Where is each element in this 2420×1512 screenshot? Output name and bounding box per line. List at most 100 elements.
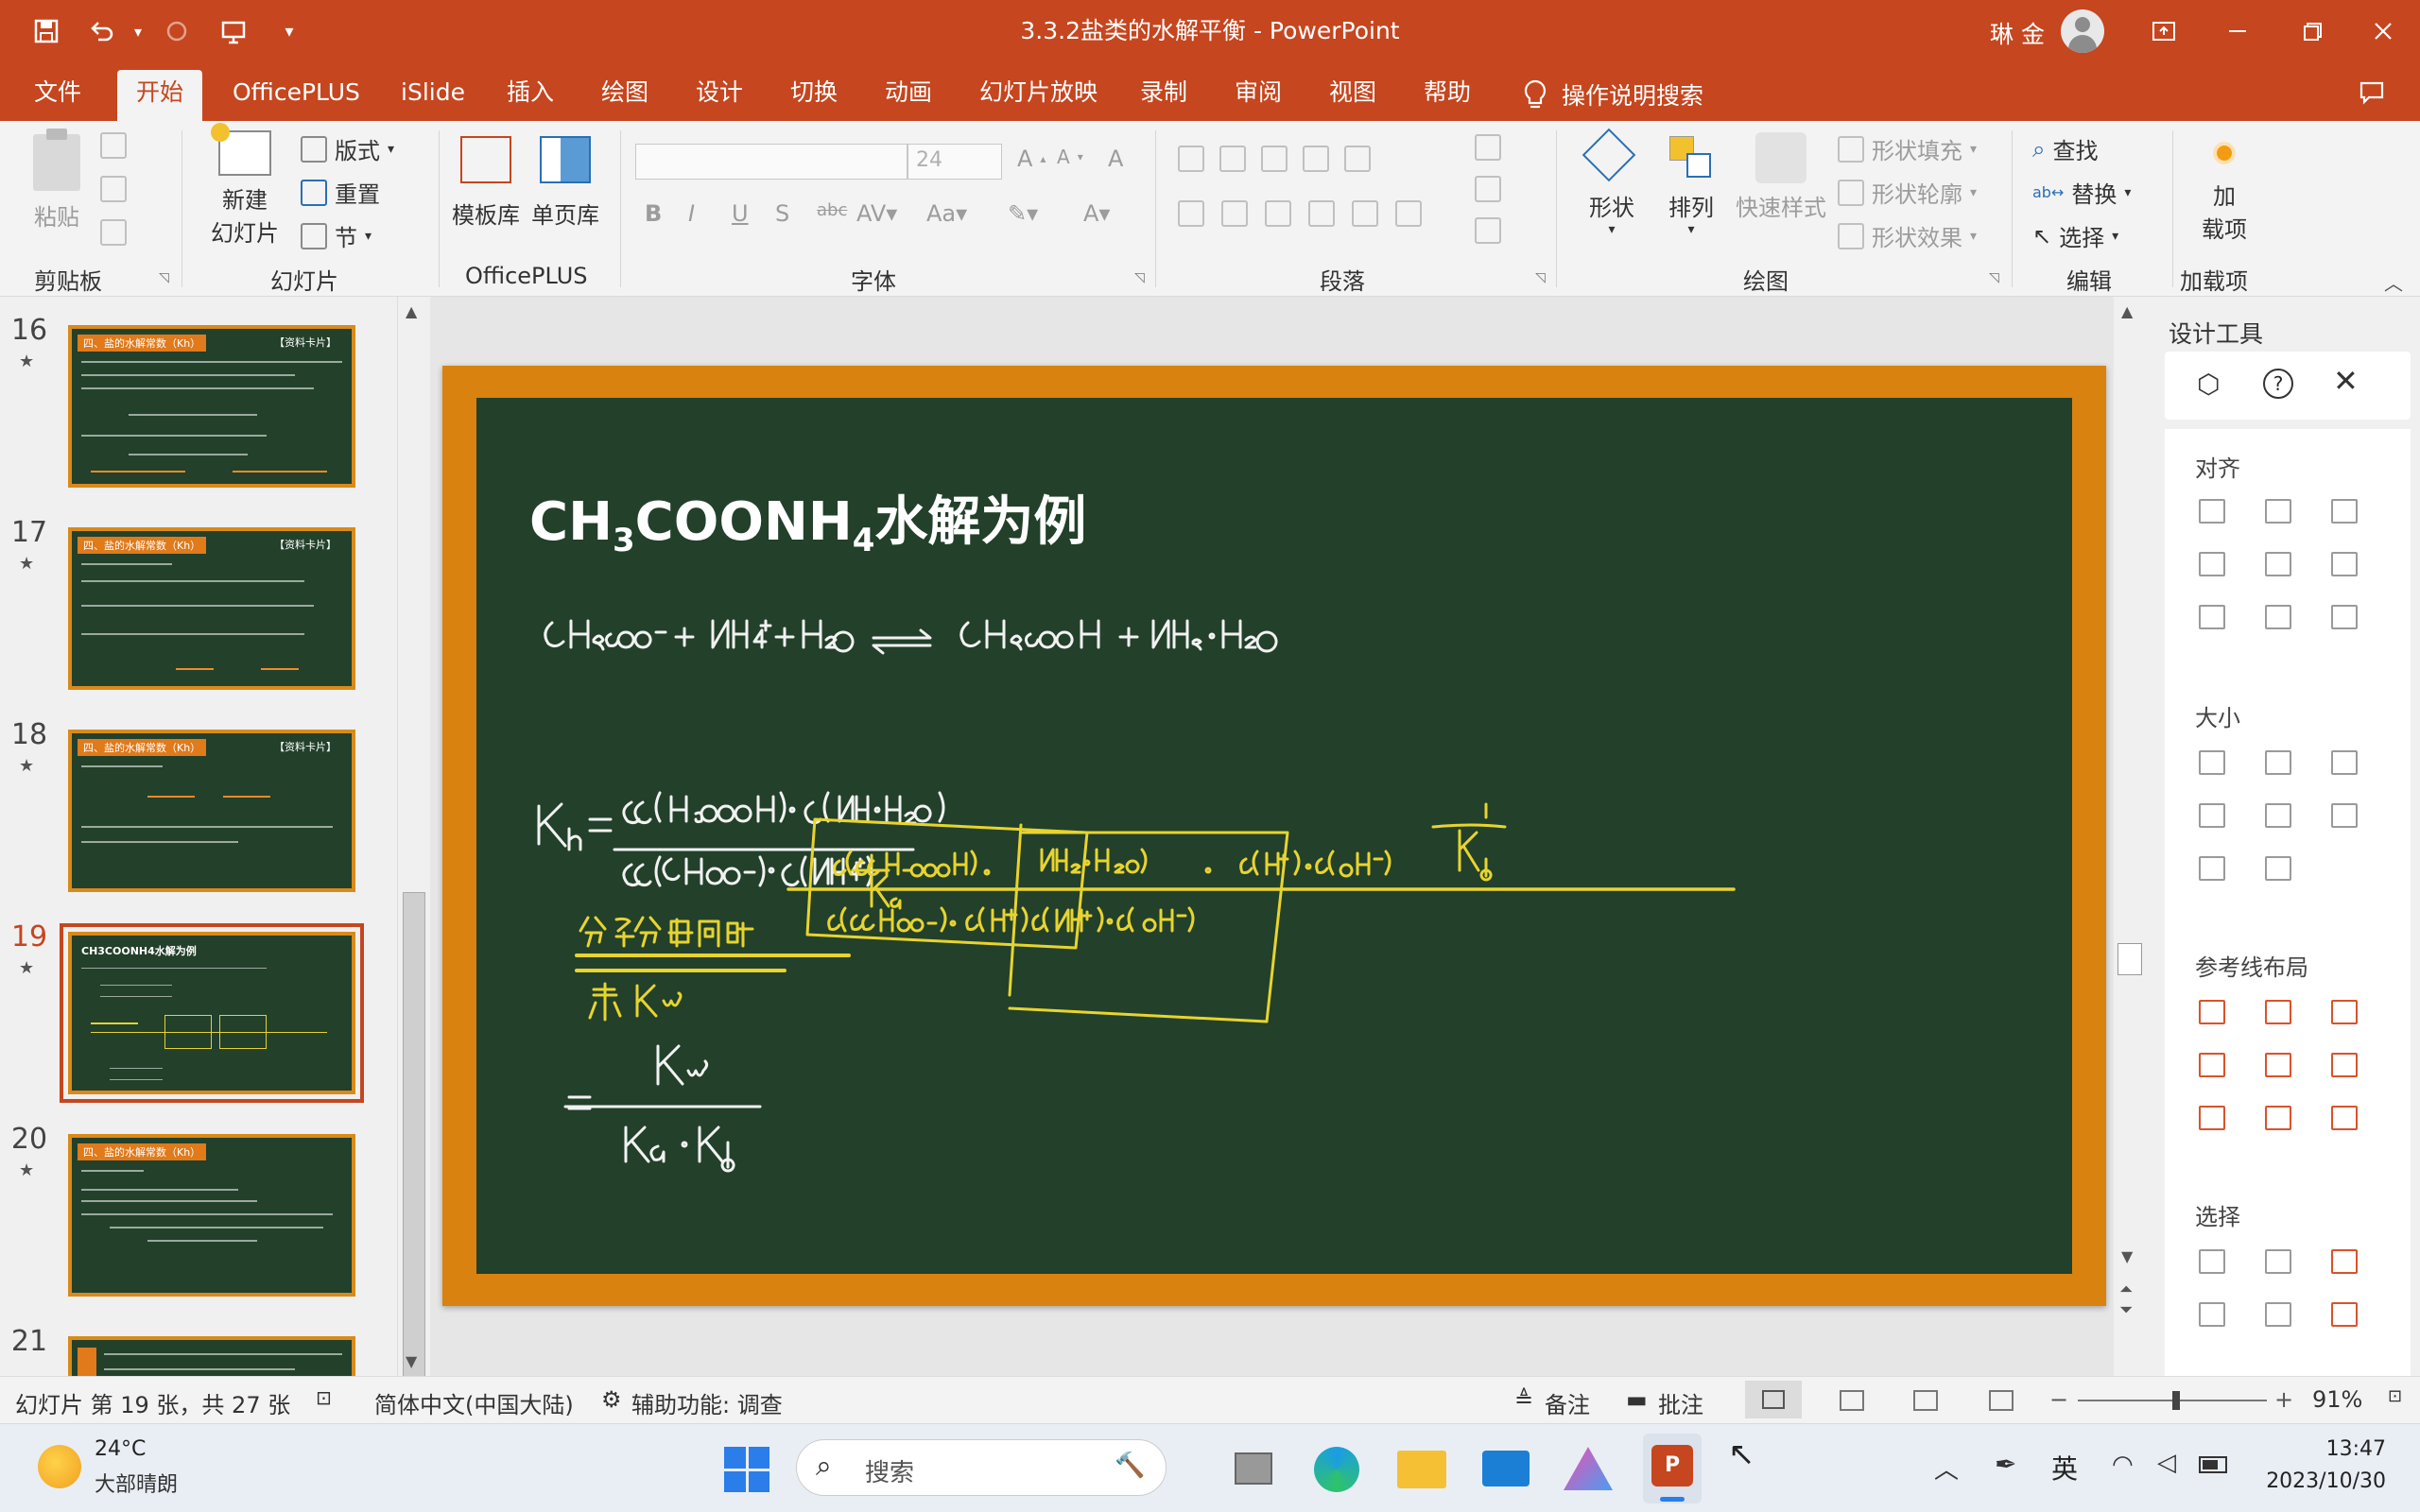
tab-transitions[interactable]: 切换	[771, 70, 856, 121]
select-layer-icon[interactable]	[2265, 1302, 2291, 1327]
tab-review[interactable]: 审阅	[1216, 70, 1301, 121]
font-name-input[interactable]	[635, 144, 908, 180]
weather-temp[interactable]: 24°C	[95, 1437, 146, 1461]
scroll-up-icon[interactable]: ▲	[406, 302, 417, 320]
tab-record[interactable]: 录制	[1121, 70, 1206, 121]
guide-center-icon[interactable]	[2265, 1000, 2291, 1024]
tab-design[interactable]: 设计	[677, 70, 762, 121]
slideshow-icon[interactable]	[1989, 1390, 2014, 1411]
select-similar-icon[interactable]	[2265, 1249, 2291, 1274]
clipboard-launcher-icon[interactable]: ◹	[159, 270, 169, 285]
close-icon[interactable]	[2369, 12, 2397, 50]
slide-scrollbar[interactable]: ▲ ▼ ⏶ ⏷	[2114, 297, 2146, 1376]
slide-thumbnail-16[interactable]: 四、盐的水解常数（Kh） 【资料卡片】	[68, 325, 355, 488]
normal-view-button[interactable]	[1745, 1381, 1802, 1418]
slide-19[interactable]: CH3COONH4水解为例	[442, 366, 2106, 1306]
select-cursor-icon[interactable]	[2331, 1302, 2358, 1327]
zoom-slider[interactable]	[2078, 1391, 2267, 1410]
distribute-vertical-icon[interactable]	[2265, 605, 2291, 629]
align-top-icon[interactable]	[2199, 552, 2225, 576]
guide-middle-icon[interactable]	[2265, 1053, 2291, 1077]
shapes-button[interactable]: 形状 ▾	[1579, 128, 1645, 237]
distribute-horizontal-icon[interactable]	[2199, 605, 2225, 629]
ime-indicator[interactable]: 英	[2051, 1449, 2078, 1486]
zoom-out-icon[interactable]: −	[2049, 1386, 2068, 1413]
zoom-slider-thumb[interactable]	[2172, 1391, 2180, 1410]
new-slide-button[interactable]: 新建 幻灯片	[195, 123, 295, 248]
powerpoint-taskbar-button[interactable]: P	[1643, 1434, 1702, 1503]
select-above-icon[interactable]	[2199, 1302, 2225, 1327]
select-check-icon[interactable]	[2331, 1249, 2358, 1274]
taskbar-search[interactable]: ⌕ 搜索 🔨	[796, 1439, 1167, 1496]
template-library-button[interactable]: 模板库	[448, 136, 524, 230]
guide-margin-icon[interactable]	[2331, 1106, 2358, 1130]
slide-thumbnail-21[interactable]	[68, 1336, 355, 1376]
customize-qat-icon[interactable]: ▾	[280, 12, 299, 50]
font-size-input[interactable]: 24	[908, 144, 1002, 180]
language-indicator[interactable]: 简体中文(中国大陆)	[374, 1386, 574, 1419]
settings-icon[interactable]: ⬡	[2197, 369, 2220, 400]
guide-top-icon[interactable]	[2199, 1053, 2225, 1077]
drawing-launcher-icon[interactable]: ◹	[1989, 270, 1999, 285]
align-right-icon[interactable]	[2331, 499, 2358, 524]
align-middle-icon[interactable]	[2265, 552, 2291, 576]
thumbnail-scrollbar[interactable]: ▲ ▼	[397, 297, 429, 1383]
wifi-icon[interactable]: ◠	[2112, 1451, 2134, 1479]
file-explorer-icon[interactable]	[1397, 1451, 1446, 1488]
tab-view[interactable]: 视图	[1310, 70, 1395, 121]
guide-right-icon[interactable]	[2331, 1000, 2358, 1024]
ribbon-display-icon[interactable]	[2150, 12, 2178, 50]
scroll-thumb[interactable]	[403, 892, 425, 1383]
same-size-icon[interactable]	[2331, 750, 2358, 775]
help-icon[interactable]: ?	[2263, 369, 2293, 399]
app-icon[interactable]	[1564, 1447, 1613, 1490]
stretch-top-icon[interactable]	[2199, 856, 2225, 881]
slide-thumbnail-18[interactable]: 四、盐的水解常数（Kh） 【资料卡片】	[68, 730, 355, 892]
scroll-down-icon[interactable]: ▼	[406, 1352, 417, 1370]
presentation-icon[interactable]	[219, 12, 248, 50]
paragraph-launcher-icon[interactable]: ◹	[1535, 270, 1546, 285]
show-hidden-icons[interactable]: ︿	[1934, 1451, 1959, 1486]
collapse-ribbon-icon[interactable]: ︿	[2384, 268, 2403, 296]
edge-icon[interactable]	[1314, 1447, 1359, 1492]
close-pane-icon[interactable]: ✕	[2333, 363, 2359, 399]
section-button[interactable]: 节 ▾	[301, 219, 372, 252]
tab-draw[interactable]: 绘图	[582, 70, 667, 121]
undo-dropdown-icon[interactable]: ▾	[130, 12, 146, 50]
comments-pane-icon[interactable]	[2358, 73, 2386, 111]
slide-counter[interactable]: 幻灯片 第 19 张，共 27 张	[15, 1386, 290, 1419]
task-view-icon[interactable]	[1235, 1452, 1272, 1485]
select-button[interactable]: ↖ 选择 ▾	[2032, 219, 2118, 252]
select-same-icon[interactable]	[2199, 1249, 2225, 1274]
mail-icon[interactable]	[1482, 1451, 1530, 1486]
tab-insert[interactable]: 插入	[488, 70, 573, 121]
clock-time[interactable]: 13:47	[2263, 1437, 2386, 1461]
avatar[interactable]	[2061, 9, 2104, 53]
align-center-icon[interactable]	[2265, 499, 2291, 524]
stretch-bottom-icon[interactable]	[2265, 856, 2291, 881]
stretch-left-icon[interactable]	[2199, 803, 2225, 828]
group-align-icon[interactable]	[2331, 605, 2358, 629]
layout-button[interactable]: 版式 ▾	[301, 132, 394, 165]
guide-height-icon[interactable]	[2265, 1106, 2291, 1130]
paste-button[interactable]: 粘贴	[26, 129, 87, 232]
zoom-level[interactable]: 91%	[2312, 1386, 2362, 1413]
minimize-icon[interactable]	[2223, 12, 2252, 50]
arrange-button[interactable]: 排列 ▾	[1658, 132, 1724, 237]
addins-button[interactable]: 加 载项	[2191, 142, 2257, 244]
fit-slide-icon[interactable]: ⊡	[2388, 1386, 2402, 1406]
single-page-library-button[interactable]: 单页库	[527, 136, 603, 230]
tab-file[interactable]: 文件	[15, 70, 100, 121]
swap-icon[interactable]	[2331, 803, 2358, 828]
tab-islide[interactable]: iSlide	[382, 70, 484, 121]
zoom-in-icon[interactable]: +	[2274, 1386, 2293, 1413]
reset-button[interactable]: 重置	[301, 176, 380, 209]
undo-icon[interactable]	[87, 12, 115, 50]
replace-button[interactable]: ab↔ 替换 ▾	[2032, 176, 2131, 209]
accessibility-status[interactable]: 辅助功能: 调查	[631, 1386, 783, 1419]
notes-button[interactable]: 备注	[1545, 1386, 1590, 1419]
spelling-icon[interactable]: ⊡	[316, 1386, 332, 1409]
tab-slideshow[interactable]: 幻灯片放映	[960, 70, 1116, 121]
maximize-icon[interactable]	[2297, 12, 2325, 50]
scroll-thumb[interactable]	[2118, 943, 2142, 975]
